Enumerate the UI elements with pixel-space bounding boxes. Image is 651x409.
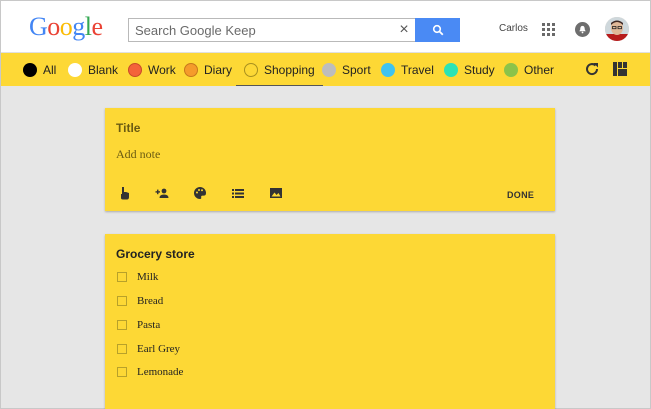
avatar-image (605, 17, 629, 41)
label-color-dot (184, 62, 198, 77)
note-title-input[interactable] (116, 121, 416, 135)
label-other[interactable]: Other (504, 53, 554, 86)
item-checkbox[interactable] (117, 296, 127, 306)
search-icon (432, 24, 443, 36)
new-note-card: DONE (105, 108, 555, 211)
logo-letter: g (72, 12, 85, 41)
logo-letter: e (91, 12, 104, 41)
logo-letter: o (47, 12, 60, 41)
item-checkbox[interactable] (117, 320, 127, 330)
label-text: All (43, 62, 57, 77)
label-color-dot (504, 62, 518, 77)
search-button[interactable] (415, 18, 460, 42)
notifications-bell-icon[interactable] (575, 22, 590, 37)
item-checkbox[interactable] (117, 344, 127, 354)
note-title: Grocery store (116, 247, 195, 261)
list-icon[interactable] (231, 186, 245, 200)
item-text: Milk (137, 271, 159, 283)
list-item: Pasta (117, 318, 160, 332)
image-icon[interactable] (269, 186, 283, 200)
top-bar: Google × Carlos (1, 1, 650, 53)
label-color-dot (128, 62, 142, 77)
label-text: Other (524, 62, 555, 77)
label-travel[interactable]: Travel (381, 53, 434, 86)
bell-icon (579, 25, 586, 34)
list-item: Lemonade (117, 365, 183, 379)
note-card[interactable]: Grocery store Milk Bread Pasta Earl Grey… (105, 234, 555, 409)
label-blank[interactable]: Blank (68, 53, 118, 86)
item-checkbox[interactable] (117, 367, 127, 377)
label-color-dot (381, 62, 395, 77)
list-item: Milk (117, 270, 158, 284)
label-color-dot (23, 62, 37, 77)
item-text: Earl Grey (137, 343, 181, 355)
done-button[interactable]: DONE (507, 190, 534, 200)
label-text: Blank (88, 62, 119, 77)
item-text: Pasta (137, 319, 161, 331)
label-color-dot (444, 62, 458, 77)
add-person-icon[interactable] (155, 186, 169, 200)
google-logo[interactable]: Google (29, 12, 103, 42)
refresh-icon[interactable] (584, 61, 600, 77)
logo-letter: l (84, 12, 92, 41)
logo-letter: o (59, 12, 73, 41)
logo-letter: G (29, 12, 48, 41)
list-item: Earl Grey (117, 342, 180, 356)
item-text: Bread (137, 295, 164, 307)
palette-icon[interactable] (193, 186, 207, 200)
label-sport[interactable]: Sport (322, 53, 371, 86)
label-all[interactable]: All (23, 53, 56, 86)
apps-grid-icon[interactable] (542, 23, 555, 36)
label-text: Study (464, 62, 495, 77)
note-body-input[interactable] (116, 147, 416, 162)
user-name[interactable]: Carlos (499, 23, 528, 34)
label-color-dot (244, 62, 258, 77)
label-study[interactable]: Study (444, 53, 495, 86)
label-color-dot (68, 62, 82, 77)
item-text: Lemonade (137, 366, 184, 378)
item-checkbox[interactable] (117, 272, 127, 282)
label-diary[interactable]: Diary (184, 53, 232, 86)
label-color-dot (322, 62, 336, 77)
avatar[interactable] (605, 17, 629, 41)
clear-search-icon[interactable]: × (393, 19, 415, 41)
label-text: Travel (401, 62, 434, 77)
search-input[interactable] (129, 19, 393, 41)
touch-icon[interactable] (117, 186, 131, 200)
label-work[interactable]: Work (128, 53, 176, 86)
label-shopping[interactable]: Shopping (236, 53, 323, 86)
grid-view-icon[interactable] (613, 62, 627, 76)
label-text: Work (148, 62, 176, 77)
label-text: Shopping (264, 62, 315, 77)
list-item: Bread (117, 294, 163, 308)
label-text: Diary (204, 62, 233, 77)
label-text: Sport (342, 62, 371, 77)
search-box: × (128, 18, 460, 42)
